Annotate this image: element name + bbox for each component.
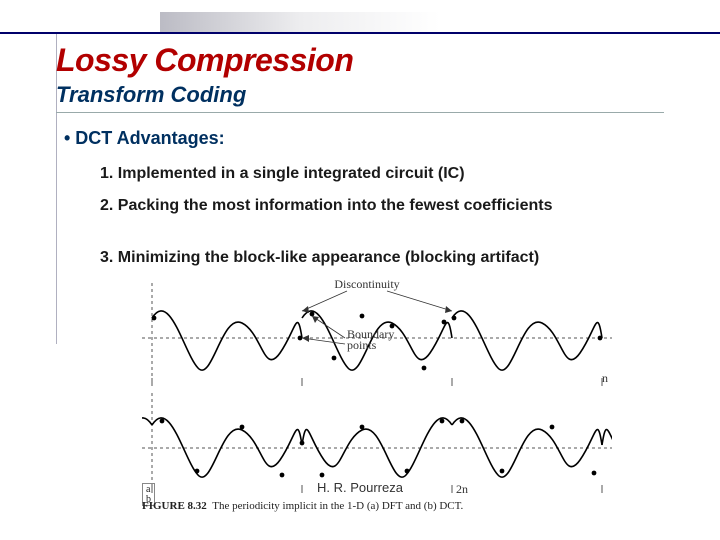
periodicity-figure: n Di (142, 278, 612, 508)
section-heading: • DCT Advantages: (64, 128, 225, 149)
advantage-3: 3. Minimizing the block-like appearance … (100, 248, 680, 268)
slide-title: Lossy Compression (56, 42, 353, 79)
top-rule (0, 32, 720, 34)
axis-n-top: n (602, 371, 608, 385)
svg-text:Boundary points: Boundary points (347, 327, 397, 352)
author-credit: H. R. Pourreza (0, 480, 720, 495)
top-gradient-bar (0, 12, 720, 42)
caption-label: FIGURE 8.32 (142, 500, 207, 512)
slide-subtitle: Transform Coding (56, 82, 246, 108)
annot-discontinuity: Discontinuity (334, 278, 399, 291)
caption-text: The periodicity implicit in the 1-D (a) … (212, 500, 463, 512)
figure-caption: FIGURE 8.32 The periodicity implicit in … (142, 500, 463, 512)
annot-boundary: Boundary points (347, 327, 397, 352)
advantage-1: 1. Implemented in a single integrated ci… (100, 164, 680, 184)
left-vertical-rule (56, 34, 57, 344)
title-underline (56, 112, 664, 113)
advantage-2: 2. Packing the most information into the… (100, 196, 680, 216)
gradient-strip (160, 12, 440, 32)
